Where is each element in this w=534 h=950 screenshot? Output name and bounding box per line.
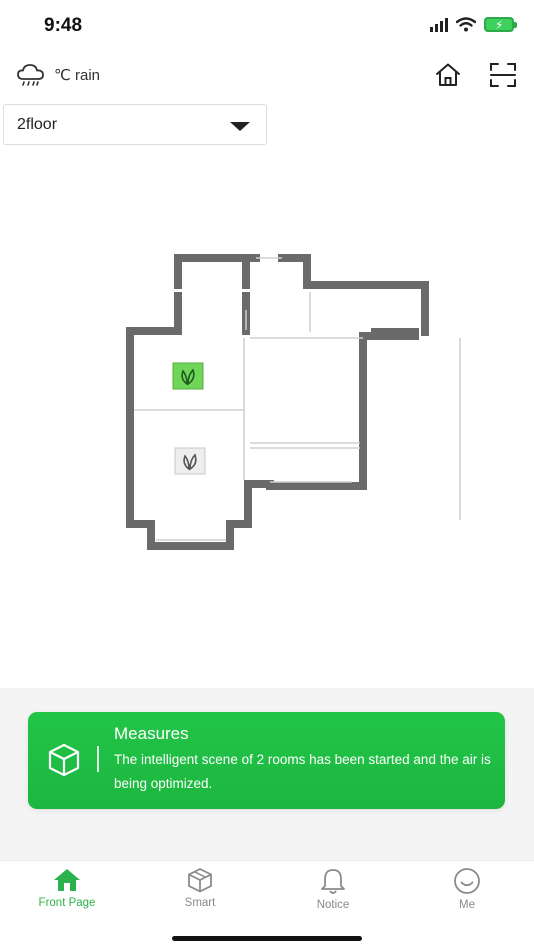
- floor-plan: [126, 254, 461, 550]
- room-active-leaf-button[interactable]: [172, 362, 204, 390]
- caret-down-icon: [230, 122, 250, 131]
- house-icon: [436, 63, 460, 86]
- wifi-icon: [456, 17, 476, 32]
- status-bar: 9:48 ⚡: [0, 0, 534, 52]
- battery-icon: ⚡: [484, 17, 517, 32]
- measures-divider: [97, 746, 99, 772]
- tab-label: Smart: [184, 897, 216, 909]
- floor-select[interactable]: 2floor: [3, 104, 267, 145]
- home-button[interactable]: [431, 58, 465, 92]
- status-icons: ⚡: [430, 17, 517, 32]
- smiley-icon: [454, 868, 480, 894]
- weather: ℃ rain: [16, 62, 100, 88]
- signal-icon: [430, 17, 448, 32]
- cube-icon: [188, 868, 212, 893]
- cube-icon: [48, 743, 80, 777]
- weather-text: ℃ rain: [54, 67, 101, 84]
- home-icon: [54, 869, 80, 891]
- tab-notice[interactable]: Notice: [283, 867, 383, 919]
- tab-front-page[interactable]: Front Page: [17, 867, 117, 919]
- room-inactive-leaf-button[interactable]: [174, 447, 206, 475]
- status-time: 9:48: [44, 15, 83, 36]
- bell-icon: [321, 869, 345, 894]
- scan-icon: [490, 63, 516, 87]
- floor-select-value: 2floor: [17, 116, 58, 133]
- tab-label: Front Page: [38, 897, 96, 909]
- cloud-rain-icon: [17, 64, 44, 86]
- tab-label: Notice: [316, 899, 350, 911]
- tab-smart[interactable]: Smart: [150, 867, 250, 919]
- header: ℃ rain: [0, 52, 534, 100]
- tab-label: Me: [459, 899, 475, 911]
- tab-me[interactable]: Me: [417, 867, 517, 919]
- measures-text: The intelligent scene of 2 rooms has bee…: [114, 752, 491, 791]
- home-indicator: [172, 936, 362, 941]
- scan-button[interactable]: [486, 58, 520, 92]
- measures-title: Measures: [114, 724, 189, 743]
- measures-card[interactable]: Measures The intelligent scene of 2 room…: [28, 712, 505, 809]
